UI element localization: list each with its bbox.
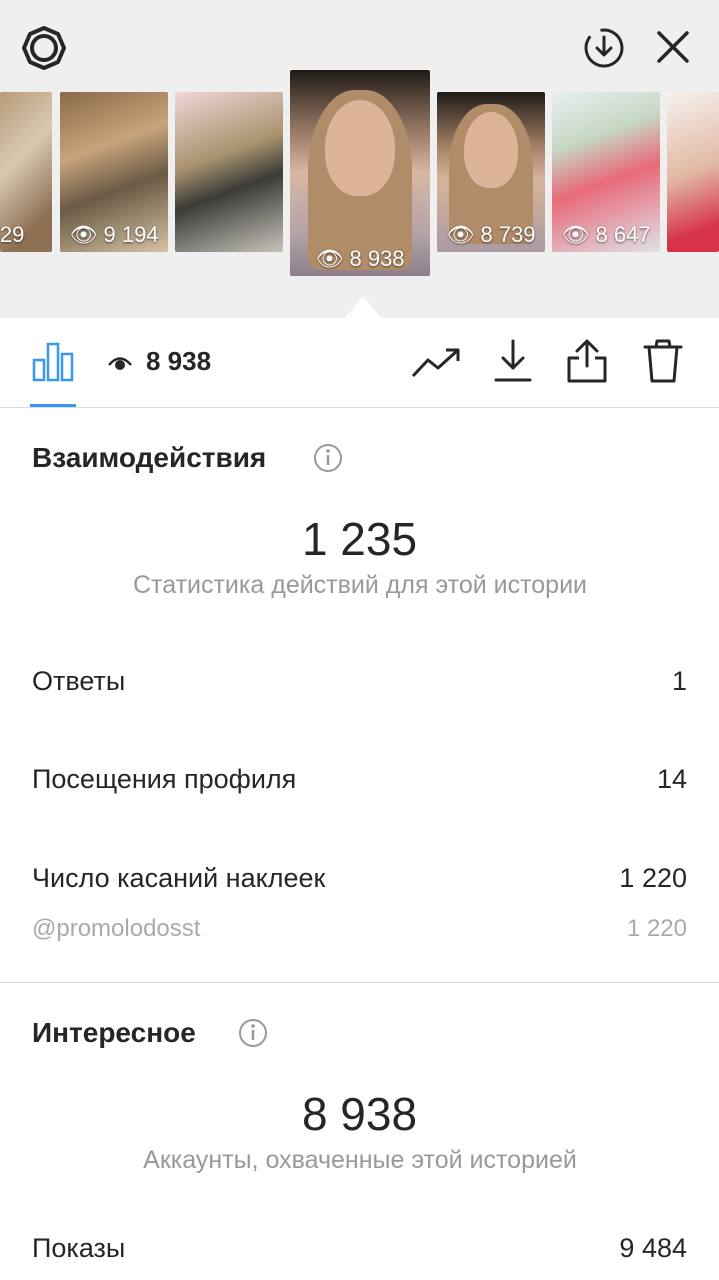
thumbnail-image-face <box>325 100 395 196</box>
thumbnail-views: 👁 8 739 <box>446 222 536 247</box>
active-tab-underline <box>30 404 76 407</box>
close-icon[interactable] <box>650 24 696 70</box>
row-label-profile-visits: Посещения профиля <box>32 764 297 794</box>
selected-pointer <box>345 296 381 318</box>
stories-strip-area: 529 👁 9 194 👁 8 938 👁 8 739 👁 8 647 <box>0 0 719 318</box>
info-icon[interactable] <box>313 443 343 473</box>
thumbnail-views-count: 9 194 <box>103 222 159 247</box>
thumbnail-views-count: 8 647 <box>595 222 651 247</box>
discovery-section: Интересное 8 938 Аккаунты, охваченные эт… <box>0 983 719 1280</box>
thumbnail-views: 👁 8 647 <box>561 222 651 247</box>
row-label-sticker-taps: Число касаний наклеек <box>32 863 326 893</box>
section-title: Интересное <box>32 1017 196 1048</box>
section-title: Взаимодействия <box>32 442 267 473</box>
story-thumbnail-selected[interactable]: 👁 8 938 <box>290 70 430 276</box>
views-count: 8 938 <box>146 346 212 376</box>
settings-gear-icon[interactable] <box>20 24 68 72</box>
sticker-mention-value: 1 220 <box>626 915 687 942</box>
interactions-total: 1 235 <box>301 513 418 565</box>
row-value-impressions: 9 484 <box>619 1233 687 1263</box>
interactions-caption: Статистика действий для этой истории <box>132 571 588 599</box>
interactions-section: Взаимодействия 1 235 Статистика действий… <box>0 408 719 982</box>
row-value-sticker-taps: 1 220 <box>619 863 687 893</box>
story-thumbnail[interactable]: 👁 8 647 <box>552 92 660 252</box>
delete-trash-icon[interactable] <box>638 336 688 386</box>
story-thumbnail[interactable] <box>175 92 283 252</box>
thumbnail-views: 👁 9 194 <box>69 222 159 247</box>
accounts-reached-caption: Аккаунты, охваченные этой историей <box>143 1146 577 1174</box>
save-story-icon[interactable] <box>580 24 628 72</box>
promote-trend-icon[interactable] <box>408 340 464 384</box>
eye-icon <box>105 348 135 378</box>
row-label-replies: Ответы <box>32 666 126 696</box>
story-thumbnail[interactable]: 👁 9 194 <box>60 92 168 252</box>
thumbnail-views-count: 8 938 <box>349 246 405 271</box>
share-icon[interactable] <box>562 336 612 386</box>
insights-toolbar: 8 938 <box>0 318 719 408</box>
row-value-replies: 1 <box>671 666 687 696</box>
thumbnail-image-face <box>464 112 518 188</box>
insights-chart-icon[interactable] <box>28 336 78 386</box>
row-label-impressions: Показы <box>32 1233 126 1263</box>
thumbnail-views: 529 <box>0 222 25 247</box>
thumbnail-views: 👁 8 938 <box>315 246 405 271</box>
row-value-profile-visits: 14 <box>656 764 687 794</box>
info-icon[interactable] <box>238 1018 268 1048</box>
accounts-reached-total: 8 938 <box>301 1088 418 1140</box>
thumbnail-views-count: 8 739 <box>480 222 536 247</box>
story-thumbnail[interactable]: 529 <box>0 92 52 252</box>
story-thumbnail[interactable]: 👁 8 739 <box>437 92 545 252</box>
download-icon[interactable] <box>488 336 538 386</box>
sticker-mention-label: @promolodosst <box>32 915 201 942</box>
story-thumbnails: 529 👁 9 194 👁 8 938 👁 8 739 👁 8 647 <box>0 68 719 308</box>
story-thumbnail[interactable] <box>667 92 719 252</box>
